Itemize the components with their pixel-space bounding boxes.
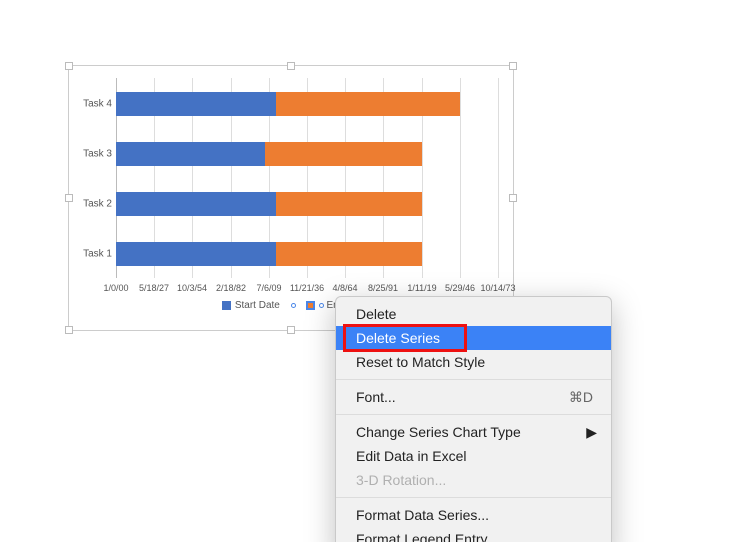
submenu-arrow-icon: ▶ (586, 423, 597, 441)
legend-swatch-end-date[interactable] (306, 301, 315, 310)
menu-shortcut: ⌘D (569, 388, 593, 406)
x-tick: 4/8/64 (332, 283, 357, 293)
category-label: Task 3 (66, 149, 112, 160)
legend-label-start-date: Start Date (235, 300, 280, 311)
x-tick: 5/29/46 (445, 283, 475, 293)
bar-task-2[interactable] (116, 192, 498, 216)
chart-plot-area[interactable] (116, 78, 498, 278)
x-tick: 5/18/27 (139, 283, 169, 293)
bar-task-1[interactable] (116, 242, 498, 266)
menu-separator (336, 379, 611, 380)
menu-separator (336, 497, 611, 498)
x-tick: 10/3/54 (177, 283, 207, 293)
menu-item-format-legend-entry[interactable]: Format Legend Entry... (336, 527, 611, 542)
menu-item-delete[interactable]: Delete (336, 302, 611, 326)
menu-item-delete-series[interactable]: Delete Series (336, 326, 611, 350)
bar-task-3[interactable] (116, 142, 498, 166)
category-label: Task 2 (66, 199, 112, 210)
menu-item-change-chart-type[interactable]: Change Series Chart Type ▶ (336, 420, 611, 444)
resize-handle[interactable] (509, 62, 517, 70)
menu-item-reset-style[interactable]: Reset to Match Style (336, 350, 611, 374)
resize-handle[interactable] (65, 62, 73, 70)
menu-item-edit-data-excel[interactable]: Edit Data in Excel (336, 444, 611, 468)
menu-separator (336, 414, 611, 415)
menu-item-3d-rotation: 3-D Rotation... (336, 468, 611, 492)
menu-item-label: Font... (356, 389, 396, 405)
resize-handle[interactable] (287, 326, 295, 334)
legend-swatch-start-date[interactable] (222, 301, 231, 310)
x-tick: 1/0/00 (103, 283, 128, 293)
x-tick: 8/25/91 (368, 283, 398, 293)
x-tick: 2/18/82 (216, 283, 246, 293)
category-label: Task 1 (66, 249, 112, 260)
category-label: Task 4 (66, 99, 112, 110)
menu-item-font[interactable]: Font... ⌘D (336, 385, 611, 409)
resize-handle[interactable] (65, 326, 73, 334)
resize-handle[interactable] (509, 194, 517, 202)
x-tick: 10/14/73 (480, 283, 515, 293)
selection-dot-icon (291, 303, 296, 308)
resize-handle[interactable] (287, 62, 295, 70)
selection-dot-icon (319, 303, 324, 308)
context-menu: Delete Delete Series Reset to Match Styl… (335, 296, 612, 542)
x-tick: 1/11/19 (407, 283, 436, 293)
x-tick: 11/21/36 (290, 283, 324, 293)
menu-item-label: Change Series Chart Type (356, 424, 521, 440)
menu-item-format-data-series[interactable]: Format Data Series... (336, 503, 611, 527)
bar-task-4[interactable] (116, 92, 498, 116)
x-tick: 7/6/09 (256, 283, 281, 293)
